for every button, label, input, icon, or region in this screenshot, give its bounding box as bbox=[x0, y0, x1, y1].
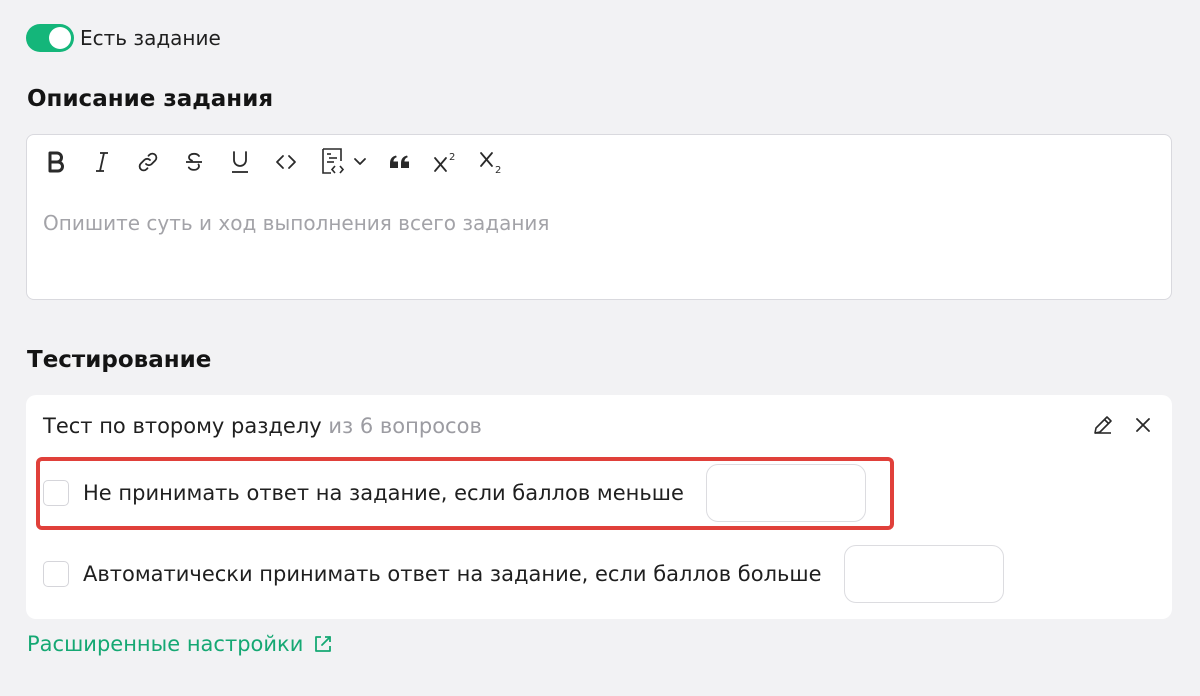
inline-code-button[interactable] bbox=[271, 147, 301, 177]
link-icon bbox=[138, 152, 158, 172]
task-toggle-label: Есть задание bbox=[80, 26, 221, 50]
description-editor[interactable]: 2 2 Опишите суть и ход выполнения всего … bbox=[26, 134, 1172, 300]
editor-toolbar: 2 2 bbox=[41, 147, 523, 177]
bold-button[interactable] bbox=[41, 147, 71, 177]
svg-text:2: 2 bbox=[495, 165, 501, 175]
close-icon bbox=[1136, 418, 1150, 432]
advanced-settings-label: Расширенные настройки bbox=[27, 632, 304, 656]
min-score-input[interactable] bbox=[705, 464, 866, 522]
chevron-down-icon bbox=[354, 158, 366, 165]
remove-test-button[interactable] bbox=[1130, 412, 1156, 438]
quote-icon bbox=[390, 155, 409, 168]
code-icon bbox=[276, 155, 296, 169]
code-block-dropdown[interactable] bbox=[317, 147, 369, 177]
underline-button[interactable] bbox=[225, 147, 255, 177]
strikethrough-button[interactable] bbox=[179, 147, 209, 177]
test-card-actions bbox=[1090, 412, 1156, 438]
subscript-button[interactable]: 2 bbox=[477, 147, 507, 177]
external-link-icon bbox=[315, 636, 332, 652]
test-question-count: из 6 вопросов bbox=[328, 414, 482, 438]
link-button[interactable] bbox=[133, 147, 163, 177]
superscript-button[interactable]: 2 bbox=[431, 147, 461, 177]
auto-accept-option: Автоматически принимать ответ на задание… bbox=[43, 545, 1004, 603]
testing-title: Тестирование bbox=[27, 347, 212, 373]
bold-icon bbox=[48, 151, 64, 173]
auto-accept-checkbox[interactable] bbox=[43, 561, 69, 587]
edit-test-button[interactable] bbox=[1090, 412, 1116, 438]
task-toggle-row: Есть задание bbox=[26, 24, 221, 52]
pencil-icon bbox=[1094, 416, 1112, 434]
subscript-icon: 2 bbox=[480, 152, 501, 175]
test-card: Тест по второму разделу из 6 вопросов Не… bbox=[26, 395, 1172, 619]
advanced-settings-link[interactable]: Расширенные настройки bbox=[27, 632, 333, 656]
quote-button[interactable] bbox=[385, 147, 415, 177]
auto-accept-input[interactable] bbox=[843, 545, 1004, 603]
superscript-icon: 2 bbox=[434, 152, 455, 172]
svg-text:2: 2 bbox=[449, 152, 455, 163]
italic-button[interactable] bbox=[87, 147, 117, 177]
task-toggle[interactable] bbox=[26, 24, 74, 52]
auto-accept-label: Автоматически принимать ответ на задание… bbox=[83, 562, 822, 586]
min-score-option: Не принимать ответ на задание, если балл… bbox=[43, 464, 866, 522]
underline-icon bbox=[232, 151, 248, 173]
test-title: Тест по второму разделу из 6 вопросов bbox=[43, 414, 482, 438]
italic-icon bbox=[96, 152, 108, 172]
min-score-label: Не принимать ответ на задание, если балл… bbox=[83, 481, 684, 505]
strikethrough-icon bbox=[186, 152, 202, 171]
min-score-checkbox[interactable] bbox=[43, 480, 69, 506]
toggle-knob bbox=[49, 27, 71, 49]
editor-placeholder: Опишите суть и ход выполнения всего зада… bbox=[43, 211, 550, 235]
description-title: Описание задания bbox=[27, 86, 274, 112]
code-block-icon bbox=[322, 148, 345, 174]
test-name: Тест по второму разделу bbox=[43, 414, 322, 438]
